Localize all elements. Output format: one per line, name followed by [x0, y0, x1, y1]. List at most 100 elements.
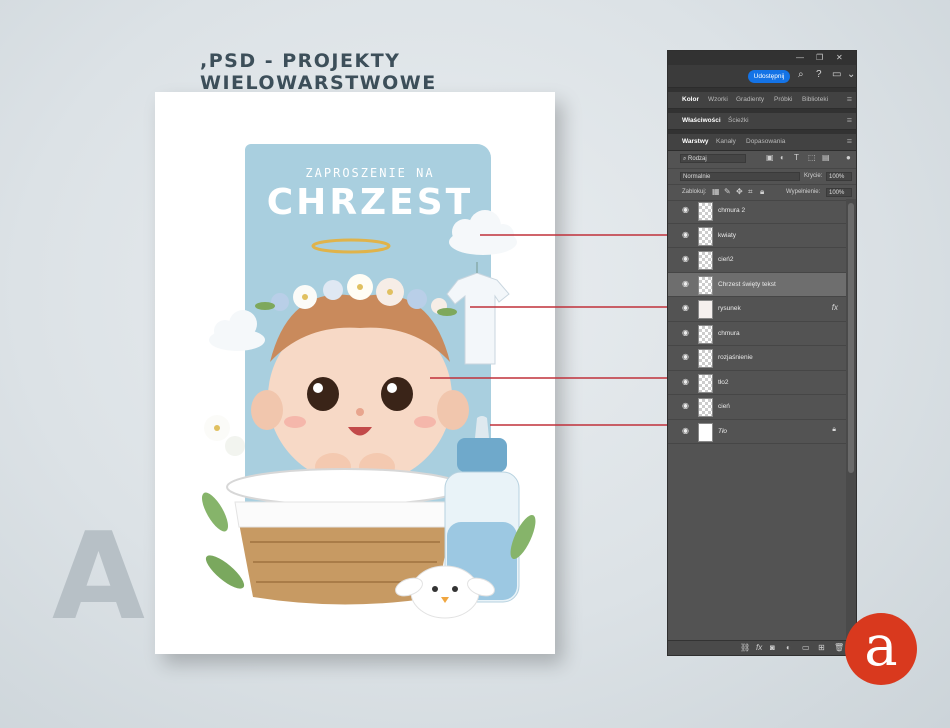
tab-dopasowania[interactable]: Dopasowania	[746, 138, 785, 145]
trash-icon[interactable]: 🗑︎	[834, 643, 844, 652]
tab-wlasciwosci[interactable]: Właściwości	[682, 117, 721, 124]
adjustment-filter-icon[interactable]: ◐	[780, 153, 785, 162]
adjustment-layer-icon[interactable]: ◐	[786, 643, 791, 652]
close-icon[interactable]: ✕	[836, 53, 843, 62]
layer-name: chmura	[718, 329, 740, 337]
tab-kolor[interactable]: Kolor	[682, 96, 699, 103]
properties-panel-tabs: Właściwości Ścieżki ≡	[668, 113, 856, 130]
layer-thumbnail	[698, 300, 713, 319]
eye-icon[interactable]: ◉	[682, 377, 689, 386]
smart-object-filter-icon[interactable]: ▤	[822, 153, 830, 162]
layer-thumbnail	[698, 251, 713, 270]
eye-icon[interactable]: ◉	[682, 352, 689, 361]
lock-all-icon[interactable]: 🔒︎	[760, 187, 764, 197]
layer-effects-icon[interactable]: fx	[832, 303, 838, 312]
panel-menu-icon[interactable]: ≡	[847, 115, 852, 125]
layer-thumbnail	[698, 349, 713, 368]
new-group-icon[interactable]: ▭	[802, 643, 810, 652]
eye-icon[interactable]: ◉	[682, 328, 689, 337]
panel-menu-icon[interactable]: ≡	[847, 94, 852, 104]
layers-scrollbar[interactable]	[846, 199, 856, 639]
layer-row[interactable]: ◉ cień2	[668, 248, 846, 273]
tab-biblioteki[interactable]: Biblioteki	[802, 96, 828, 103]
filter-kind-label: Rodzaj	[688, 156, 707, 162]
window-titlebar: — ❐ ✕	[668, 51, 856, 65]
eye-icon[interactable]: ◉	[682, 401, 689, 410]
layer-name: cień2	[718, 256, 734, 263]
photoshop-layers-panel: — ❐ ✕ Udostępnij ⌕ ? ▭ ⌄ Kolor Wzorki Gr…	[667, 50, 857, 656]
fill-input[interactable]: 100%	[826, 188, 852, 197]
shape-filter-icon[interactable]: ⬚	[808, 153, 816, 162]
panel-menu-icon[interactable]: ≡	[847, 136, 852, 146]
lock-position-icon[interactable]: ✥	[736, 187, 743, 196]
layer-row[interactable]: ◉ chmura	[668, 322, 846, 346]
share-button[interactable]: Udostępnij	[748, 70, 790, 83]
eye-icon[interactable]: ◉	[682, 303, 689, 312]
layers-panel-tabs: Warstwy Kanały Dopasowania ≡	[668, 134, 856, 151]
layer-thumbnail	[698, 373, 713, 393]
brand-logo: a	[845, 613, 917, 685]
lock-transparency-icon[interactable]: ▦	[712, 187, 720, 196]
chevron-down-icon[interactable]: ⌄	[847, 69, 855, 80]
workspace-icon[interactable]: ▭	[832, 69, 841, 80]
opacity-input[interactable]: 100%	[826, 172, 852, 181]
eye-icon[interactable]: ◉	[682, 279, 689, 288]
layer-row[interactable]: ◉ rysunek fx	[668, 297, 846, 322]
pixel-filter-icon[interactable]: ▣	[766, 153, 774, 162]
lock-icon: 🔒︎	[832, 425, 836, 433]
layer-row-background[interactable]: ◉ Tło 🔒︎	[668, 420, 846, 444]
layer-row[interactable]: ◉ kwiaty	[668, 224, 846, 248]
smart-object-thumbnail	[698, 275, 713, 295]
layer-thumbnail	[698, 202, 713, 221]
minimize-icon[interactable]: —	[796, 53, 804, 62]
layer-row[interactable]: ◉ tło2	[668, 371, 846, 395]
layer-row[interactable]: ◉ rozjaśnienie	[668, 346, 846, 371]
layer-name: chmura 2	[718, 207, 746, 214]
layer-name: kwiaty	[718, 231, 737, 239]
filter-toggle-icon[interactable]: ●	[846, 153, 851, 162]
layer-thumbnail	[698, 422, 713, 442]
layer-name: cień	[718, 403, 730, 410]
layer-row[interactable]: ◉ cień	[668, 395, 846, 420]
eye-icon[interactable]: ◉	[682, 254, 689, 263]
add-style-icon[interactable]: fx	[756, 643, 762, 652]
layer-list: ◉ chmura 2 ◉ kwiaty ◉ cień2 ◉ Chrzest święty…	[668, 199, 846, 444]
layer-name: Chrzest święty tekst	[718, 280, 776, 288]
layer-row-selected[interactable]: ◉ Chrzest święty tekst	[668, 272, 846, 297]
layer-name: rozjaśnienie	[718, 354, 753, 361]
filter-kind-select[interactable]: ⌕ Rodzaj	[680, 154, 746, 163]
type-filter-icon[interactable]: T	[794, 153, 799, 162]
add-mask-icon[interactable]: ◙	[770, 643, 775, 652]
tab-probki[interactable]: Próbki	[774, 96, 792, 103]
lock-artboard-icon[interactable]: ⌗	[748, 187, 753, 197]
blend-mode-select[interactable]: Normalnie	[680, 172, 800, 181]
tab-sciezki[interactable]: Ścieżki	[728, 117, 749, 124]
eye-icon[interactable]: ◉	[682, 426, 689, 435]
layer-thumbnail	[698, 398, 713, 417]
tab-gradienty[interactable]: Gradienty	[736, 96, 764, 103]
layer-thumbnail	[698, 324, 713, 344]
eye-icon[interactable]: ◉	[682, 205, 689, 214]
blend-mode-row: Normalnie Krycie: 100%	[668, 169, 856, 185]
restore-icon[interactable]: ❐	[816, 53, 823, 62]
top-action-bar: Udostępnij ⌕ ? ▭ ⌄	[668, 65, 856, 88]
lock-pixels-icon[interactable]: ✎	[724, 187, 731, 196]
opacity-label: Krycie:	[804, 173, 823, 179]
layer-filter-row: ⌕ Rodzaj ▣ ◐ T ⬚ ▤ ●	[668, 151, 856, 169]
help-icon[interactable]: ?	[816, 69, 822, 80]
color-panel-tabs: Kolor Wzorki Gradienty Próbki Biblioteki…	[668, 92, 856, 109]
new-layer-icon[interactable]: ⊞	[818, 643, 825, 652]
search-icon[interactable]: ⌕	[798, 69, 804, 80]
scrollbar-thumb[interactable]	[848, 203, 854, 473]
eye-icon[interactable]: ◉	[682, 230, 689, 239]
tab-kanaly[interactable]: Kanały	[716, 138, 736, 145]
link-layers-icon[interactable]: ⛓	[740, 643, 750, 652]
layers-bottom-toolbar: ⛓ fx ◙ ◐ ▭ ⊞ 🗑︎	[668, 640, 856, 655]
layer-thumbnail	[698, 226, 713, 246]
fill-label: Wypełnienie:	[786, 189, 821, 195]
logo-letter: a	[864, 614, 898, 679]
tab-warstwy[interactable]: Warstwy	[682, 138, 709, 145]
lock-label: Zablokuj:	[682, 189, 707, 195]
layer-row[interactable]: ◉ chmura 2	[668, 199, 846, 224]
tab-wzorki[interactable]: Wzorki	[708, 96, 728, 103]
